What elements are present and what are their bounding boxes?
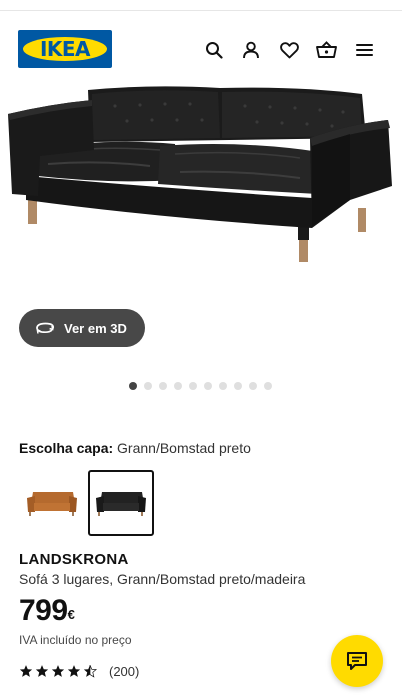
heart-icon[interactable] — [278, 39, 300, 61]
product-rating[interactable]: (200) — [19, 663, 139, 679]
product-image[interactable] — [0, 76, 402, 324]
cover-selection: Escolha capa: Grann/Bomstad preto — [19, 440, 251, 456]
vat-note: IVA incluído no preço — [19, 633, 132, 647]
price-currency: € — [67, 607, 75, 622]
view-3d-button[interactable]: Ver em 3D — [19, 309, 145, 347]
pagination-dot[interactable] — [129, 382, 137, 390]
price-value: 799 — [19, 594, 68, 627]
star-icon — [51, 665, 65, 677]
chat-button[interactable] — [331, 635, 383, 687]
sofa-image — [8, 86, 392, 262]
pagination-dot[interactable] — [234, 382, 242, 390]
header: IKEA — [0, 26, 402, 72]
black-sofa-thumbnail — [96, 492, 146, 516]
cover-value: Grann/Bomstad preto — [117, 440, 251, 456]
pagination-dot[interactable] — [159, 382, 167, 390]
pagination-dot[interactable] — [264, 382, 272, 390]
basket-icon[interactable] — [315, 39, 337, 61]
product-name: LANDSKRONA — [19, 551, 129, 568]
pagination-dot[interactable] — [219, 382, 227, 390]
pagination-dot[interactable] — [204, 382, 212, 390]
review-count: (200) — [109, 663, 140, 679]
menu-icon[interactable] — [353, 39, 375, 61]
user-icon[interactable] — [240, 39, 262, 61]
brown-sofa-thumbnail — [27, 492, 77, 516]
ikea-logo[interactable]: IKEA — [18, 30, 112, 68]
half-star-icon — [83, 665, 97, 678]
pagination-dot[interactable] — [249, 382, 257, 390]
pagination-dot[interactable] — [189, 382, 197, 390]
logo-text: IKEA — [39, 37, 91, 61]
top-divider — [0, 10, 402, 11]
logo-oval: IKEA — [23, 37, 107, 61]
search-icon[interactable] — [203, 39, 225, 61]
product-description: Sofá 3 lugares, Grann/Bomstad preto/made… — [19, 571, 306, 587]
rating-stars — [19, 664, 97, 678]
pagination-dot[interactable] — [144, 382, 152, 390]
chat-icon — [347, 652, 367, 670]
star-icon — [35, 665, 49, 677]
product-price: 799€ — [19, 594, 75, 628]
view-3d-label: Ver em 3D — [64, 320, 127, 336]
cover-option-brown[interactable] — [19, 470, 85, 536]
rotate-3d-icon — [36, 322, 55, 334]
star-icon — [67, 665, 81, 677]
pagination-dot[interactable] — [174, 382, 182, 390]
image-pagination — [129, 382, 272, 390]
star-icon — [19, 665, 33, 677]
cover-label: Escolha capa: — [19, 440, 114, 456]
cover-option-black[interactable] — [88, 470, 154, 536]
